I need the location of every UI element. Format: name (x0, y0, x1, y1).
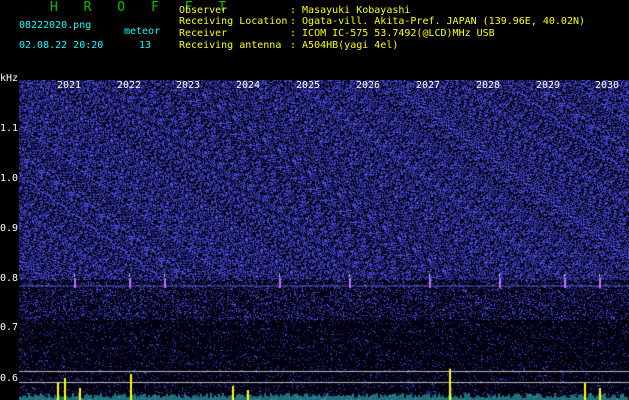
info-value-receiver: : ICOM IC-575 53.7492(@LCD)MHz USB (290, 28, 495, 39)
filename: 08222020.png (19, 20, 92, 31)
x-tick-2021: 2021 (57, 80, 82, 91)
x-tick-2022: 2022 (117, 80, 142, 91)
info-value-antenna: : A504HB(yagi 4el) (290, 40, 399, 51)
info-label-location: Receiving Location (179, 16, 288, 27)
x-tick-2024: 2024 (236, 80, 261, 91)
datetime: 02.08.22 20:20 (19, 40, 104, 51)
info-value-observer: : Masayuki Kobayashi (290, 5, 411, 16)
x-tick-2030: 2030 (595, 80, 620, 91)
meteor-count: 13 (139, 40, 152, 51)
info-value-location: : Ogata-vill. Akita-Pref. JAPAN (139.96E… (290, 16, 586, 27)
y-tick-0.7: 0.7 (0, 322, 19, 333)
info-label-observer: Observer (179, 5, 228, 16)
y-tick-0.6: 0.6 (0, 373, 19, 384)
x-tick-2023: 2023 (176, 80, 201, 91)
x-tick-2025: 2025 (296, 80, 321, 91)
x-tick-2028: 2028 (476, 80, 501, 91)
x-tick-2027: 2027 (416, 80, 441, 91)
y-tick-0.9: 0.9 (0, 223, 19, 234)
x-tick-2026: 2026 (356, 80, 381, 91)
axis-unit-label: kHz (0, 73, 19, 84)
meteor-label: meteor (124, 26, 161, 37)
y-tick-1.0: 1.0 (0, 173, 19, 184)
y-tick-1.1: 1.1 (0, 123, 19, 134)
info-label-receiver: Receiver (179, 28, 228, 39)
y-tick-0.8: 0.8 (0, 273, 19, 284)
info-label-antenna: Receiving antenna (179, 40, 282, 51)
x-tick-2029: 2029 (536, 80, 561, 91)
spectrogram (19, 80, 629, 400)
